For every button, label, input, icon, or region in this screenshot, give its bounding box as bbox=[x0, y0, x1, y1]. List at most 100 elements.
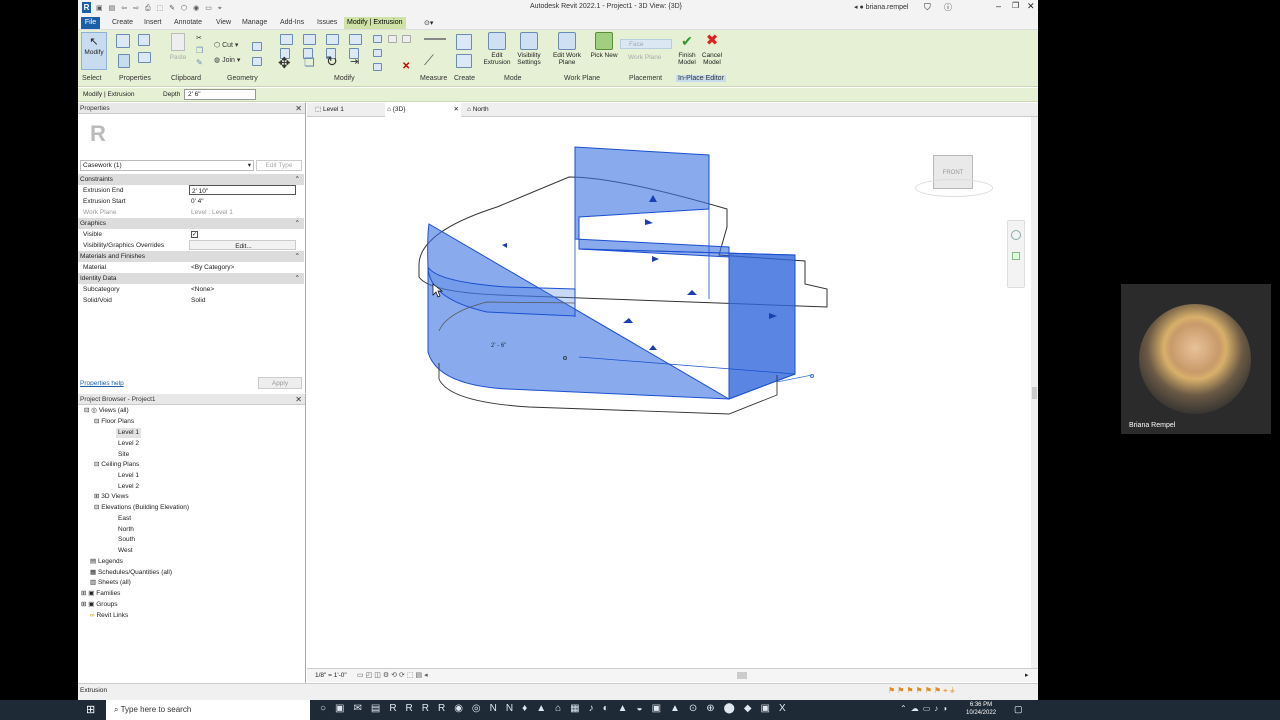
vertical-scrollbar[interactable] bbox=[1031, 117, 1038, 668]
tab-annotate[interactable]: Annotate bbox=[171, 17, 205, 29]
viewcube-compass-ring[interactable] bbox=[915, 179, 993, 197]
tree-item-east[interactable]: East bbox=[118, 514, 131, 524]
mirror-axis-icon[interactable] bbox=[326, 34, 339, 45]
tab-insert[interactable]: Insert bbox=[141, 17, 165, 29]
selection-filter-icons[interactable]: ⚑⚑⚑⚑⚑⚑⌖⏚ bbox=[888, 686, 957, 696]
dimension-icon[interactable]: ⟋ bbox=[424, 52, 434, 69]
tree-item-west[interactable]: West bbox=[118, 546, 133, 556]
close-properties-icon[interactable]: ✕ bbox=[295, 103, 302, 114]
taskbar-search[interactable]: ⌕ Type here to search bbox=[106, 700, 310, 720]
edit-type-button[interactable]: Edit Type bbox=[256, 160, 302, 171]
wall-joins-icon[interactable] bbox=[252, 42, 262, 51]
tree-item-3d-views[interactable]: ⊞ 3D Views bbox=[94, 492, 129, 502]
split-gap-icon[interactable] bbox=[373, 35, 382, 43]
delete-icon[interactable]: ✕ bbox=[402, 61, 410, 72]
user-menu[interactable]: ◂ ● briana.rempel bbox=[854, 3, 908, 11]
tree-item-level-1[interactable]: Level 1 bbox=[116, 428, 141, 438]
taskbar-app-icons[interactable]: ○▣✉▤RRRR◉◎NN♦▲⌂▦♪◐▲◒▣▲⊙⊕⬤◆▣X bbox=[320, 703, 795, 714]
tree-item-revit-links[interactable]: ∞ Revit Links bbox=[90, 611, 128, 621]
scroll-thumb[interactable] bbox=[1032, 387, 1037, 399]
view-tab-3d[interactable]: ⌂ {3D} ✕ bbox=[385, 103, 461, 117]
offset-icon[interactable] bbox=[303, 34, 316, 45]
create-similar-icon[interactable] bbox=[456, 34, 472, 50]
unpin-icon[interactable] bbox=[373, 63, 382, 71]
tree-item-views[interactable]: ⊟ ◎ Views (all) bbox=[84, 406, 129, 416]
depth-input[interactable]: 2' 6" bbox=[184, 89, 256, 100]
view-tab-level-1[interactable]: ⬚ Level 1 bbox=[311, 103, 385, 116]
mirror-draw-icon[interactable] bbox=[349, 34, 362, 45]
system-tray-icons[interactable]: ⌃☁▭♪◑ bbox=[900, 704, 951, 713]
properties-icon[interactable] bbox=[116, 34, 130, 48]
group-identity[interactable]: Identity Data ⌃ bbox=[78, 273, 304, 284]
tree-item-sheets[interactable]: ▥ Sheets (all) bbox=[90, 578, 131, 588]
type-selector[interactable]: Casework (1) ▾ bbox=[80, 160, 254, 171]
view-control-icons[interactable]: ▭◰◫⚙⟲⟳⬚▤◂ bbox=[357, 671, 430, 679]
geometry-join-button[interactable]: ◍ Join ▾ bbox=[214, 56, 240, 64]
extrusion-end-input[interactable]: 2' 10" bbox=[189, 185, 296, 195]
tree-item-site[interactable]: Site bbox=[118, 450, 129, 460]
family-types-icon[interactable] bbox=[118, 54, 130, 68]
tab-file[interactable]: File bbox=[81, 17, 100, 29]
extrusion-start-input[interactable]: 0' 4" bbox=[189, 196, 296, 206]
group-constraints[interactable]: Constraints ⌃ bbox=[78, 174, 304, 185]
edit-work-plane-button[interactable]: Edit Work Plane bbox=[548, 32, 586, 66]
visibility-settings-button[interactable]: Visibility Settings bbox=[514, 32, 544, 66]
help-icon[interactable]: ⓘ bbox=[944, 2, 952, 13]
windows-start-icon[interactable]: ⊞ bbox=[86, 704, 98, 716]
subcategory-value[interactable]: <None> bbox=[189, 284, 296, 294]
quick-access-toolbar[interactable]: ▣▤⇦⇨⎙⬚✎⬡◉▭⌖ bbox=[96, 4, 386, 12]
pin-element-icon[interactable] bbox=[402, 35, 411, 43]
cart-icon[interactable]: ⛉ bbox=[924, 2, 931, 13]
group-graphics[interactable]: Graphics ⌃ bbox=[78, 218, 304, 229]
cancel-model-button[interactable]: ✖ Cancel Model bbox=[699, 32, 725, 66]
view-scale[interactable]: 1/8" = 1'-0" bbox=[315, 672, 347, 679]
tab-view[interactable]: View bbox=[213, 17, 234, 29]
copy-element-icon[interactable]: ❏ bbox=[304, 55, 315, 69]
restore-icon[interactable]: ❐ bbox=[1012, 1, 1019, 10]
type-properties-icon[interactable] bbox=[138, 34, 150, 46]
measure-icon[interactable] bbox=[424, 38, 446, 40]
tab-add-ins[interactable]: Add-Ins bbox=[277, 17, 307, 29]
ribbon-toggle-icon[interactable]: ⊙▾ bbox=[424, 19, 433, 27]
unpin-element-icon[interactable] bbox=[388, 35, 397, 43]
pin-icon[interactable] bbox=[373, 49, 382, 57]
group-materials[interactable]: Materials and Finishes ⌃ bbox=[78, 251, 304, 262]
properties-help-link[interactable]: Properties help bbox=[80, 380, 124, 387]
3d-view-canvas[interactable]: 2' - 6" FRONT bbox=[307, 117, 1031, 668]
family-category-icon[interactable] bbox=[138, 52, 151, 63]
tree-item-floor-plans[interactable]: ⊟ Floor Plans bbox=[94, 417, 134, 427]
apply-button[interactable]: Apply bbox=[258, 377, 302, 389]
copy-icon[interactable]: ❐ bbox=[196, 46, 203, 55]
tree-item-ceiling-level-2[interactable]: Level 2 bbox=[118, 482, 139, 492]
finish-model-button[interactable]: ✔ Finish Model bbox=[675, 32, 699, 66]
zoom-icon[interactable] bbox=[1012, 252, 1020, 260]
tree-item-south[interactable]: South bbox=[118, 535, 135, 545]
solid-void-value[interactable]: Solid bbox=[189, 295, 296, 305]
tab-modify-extrusion[interactable]: Modify | Extrusion bbox=[344, 17, 406, 29]
edit-extrusion-button[interactable]: Edit Extrusion bbox=[482, 32, 512, 66]
tree-item-ceiling-level-1[interactable]: Level 1 bbox=[118, 471, 139, 481]
material-value[interactable]: <By Category> bbox=[189, 262, 296, 272]
trim-extend-icon[interactable]: ⇥ bbox=[350, 55, 359, 68]
tree-item-families[interactable]: ⊞ ▣ Families bbox=[81, 589, 120, 599]
tree-item-elevations[interactable]: ⊟ Elevations (Building Elevation) bbox=[94, 503, 189, 513]
tree-item-legends[interactable]: ▤ Legends bbox=[90, 557, 123, 567]
rotate-icon[interactable]: ↻ bbox=[326, 53, 338, 70]
steering-wheel-icon[interactable] bbox=[1011, 230, 1021, 240]
minimize-icon[interactable]: – bbox=[996, 1, 1001, 11]
create-group-icon[interactable] bbox=[456, 54, 472, 68]
close-tab-icon[interactable]: ✕ bbox=[454, 103, 459, 116]
match-icon[interactable]: ✎ bbox=[196, 58, 203, 67]
taskbar-clock[interactable]: 6:36 PM 10/24/2022 bbox=[966, 701, 996, 717]
tab-create[interactable]: Create bbox=[109, 17, 136, 29]
tab-issues[interactable]: Issues bbox=[314, 17, 340, 29]
visibility-overrides-edit-button[interactable]: Edit... bbox=[189, 240, 296, 250]
move-icon[interactable]: ✥ bbox=[278, 54, 291, 72]
close-browser-icon[interactable]: ✕ bbox=[295, 394, 302, 405]
geometry-cut-button[interactable]: ⬡ Cut ▾ bbox=[214, 41, 238, 49]
close-window-icon[interactable]: ✕ bbox=[1027, 1, 1035, 12]
cut-button[interactable]: ✂ bbox=[196, 34, 202, 42]
modify-button[interactable]: ↖ Modify bbox=[81, 32, 107, 70]
scroll-right-icon[interactable]: ▸ bbox=[1025, 671, 1029, 679]
pick-new-button[interactable]: Pick New bbox=[590, 32, 618, 59]
